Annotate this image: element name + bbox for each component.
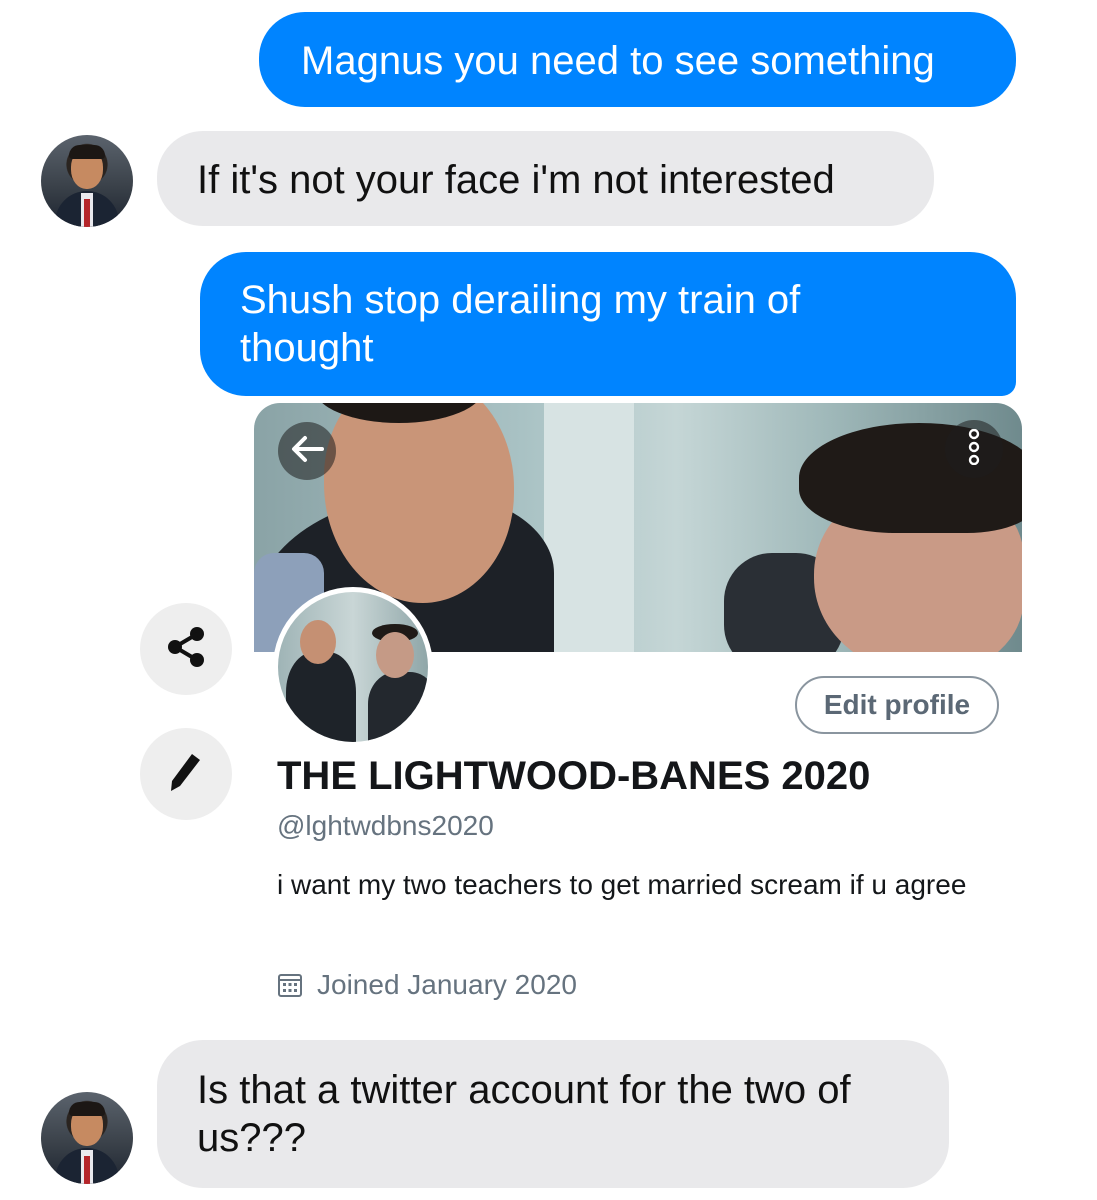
more-vertical-icon	[966, 428, 982, 470]
edit-button[interactable]	[140, 728, 232, 820]
profile-avatar[interactable]	[273, 587, 433, 747]
share-icon	[164, 625, 208, 674]
message-text: Magnus you need to see something	[301, 39, 935, 83]
arrow-left-icon	[290, 435, 324, 468]
message-bubble-outgoing[interactable]: Shush stop derailing my train of thought	[200, 252, 1016, 396]
pencil-icon	[166, 750, 206, 799]
message-text: Shush stop derailing my train of thought	[240, 278, 801, 370]
message-bubble-incoming[interactable]: Is that a twitter account for the two of…	[157, 1040, 949, 1188]
profile-handle: @lghtwdbns2020	[277, 810, 494, 841]
joined-text: Joined January 2020	[317, 969, 577, 1000]
share-button[interactable]	[140, 603, 232, 695]
contact-avatar[interactable]	[41, 1092, 133, 1184]
profile-joined-date: Joined January 2020	[277, 967, 577, 1003]
calendar-icon	[277, 972, 303, 998]
message-text: Is that a twitter account for the two of…	[197, 1068, 851, 1160]
contact-avatar[interactable]	[41, 135, 133, 227]
edit-profile-button[interactable]: Edit profile	[795, 676, 999, 734]
message-bubble-incoming[interactable]: If it's not your face i'm not interested	[157, 131, 934, 226]
profile-bio: i want my two teachers to get married sc…	[277, 869, 967, 900]
back-button[interactable]	[278, 422, 336, 480]
message-text: If it's not your face i'm not interested	[197, 158, 835, 202]
profile-display-name: THE LIGHTWOOD-BANES 2020	[277, 754, 871, 798]
message-bubble-outgoing[interactable]: Magnus you need to see something	[259, 12, 1016, 107]
more-options-button[interactable]	[945, 420, 1003, 478]
